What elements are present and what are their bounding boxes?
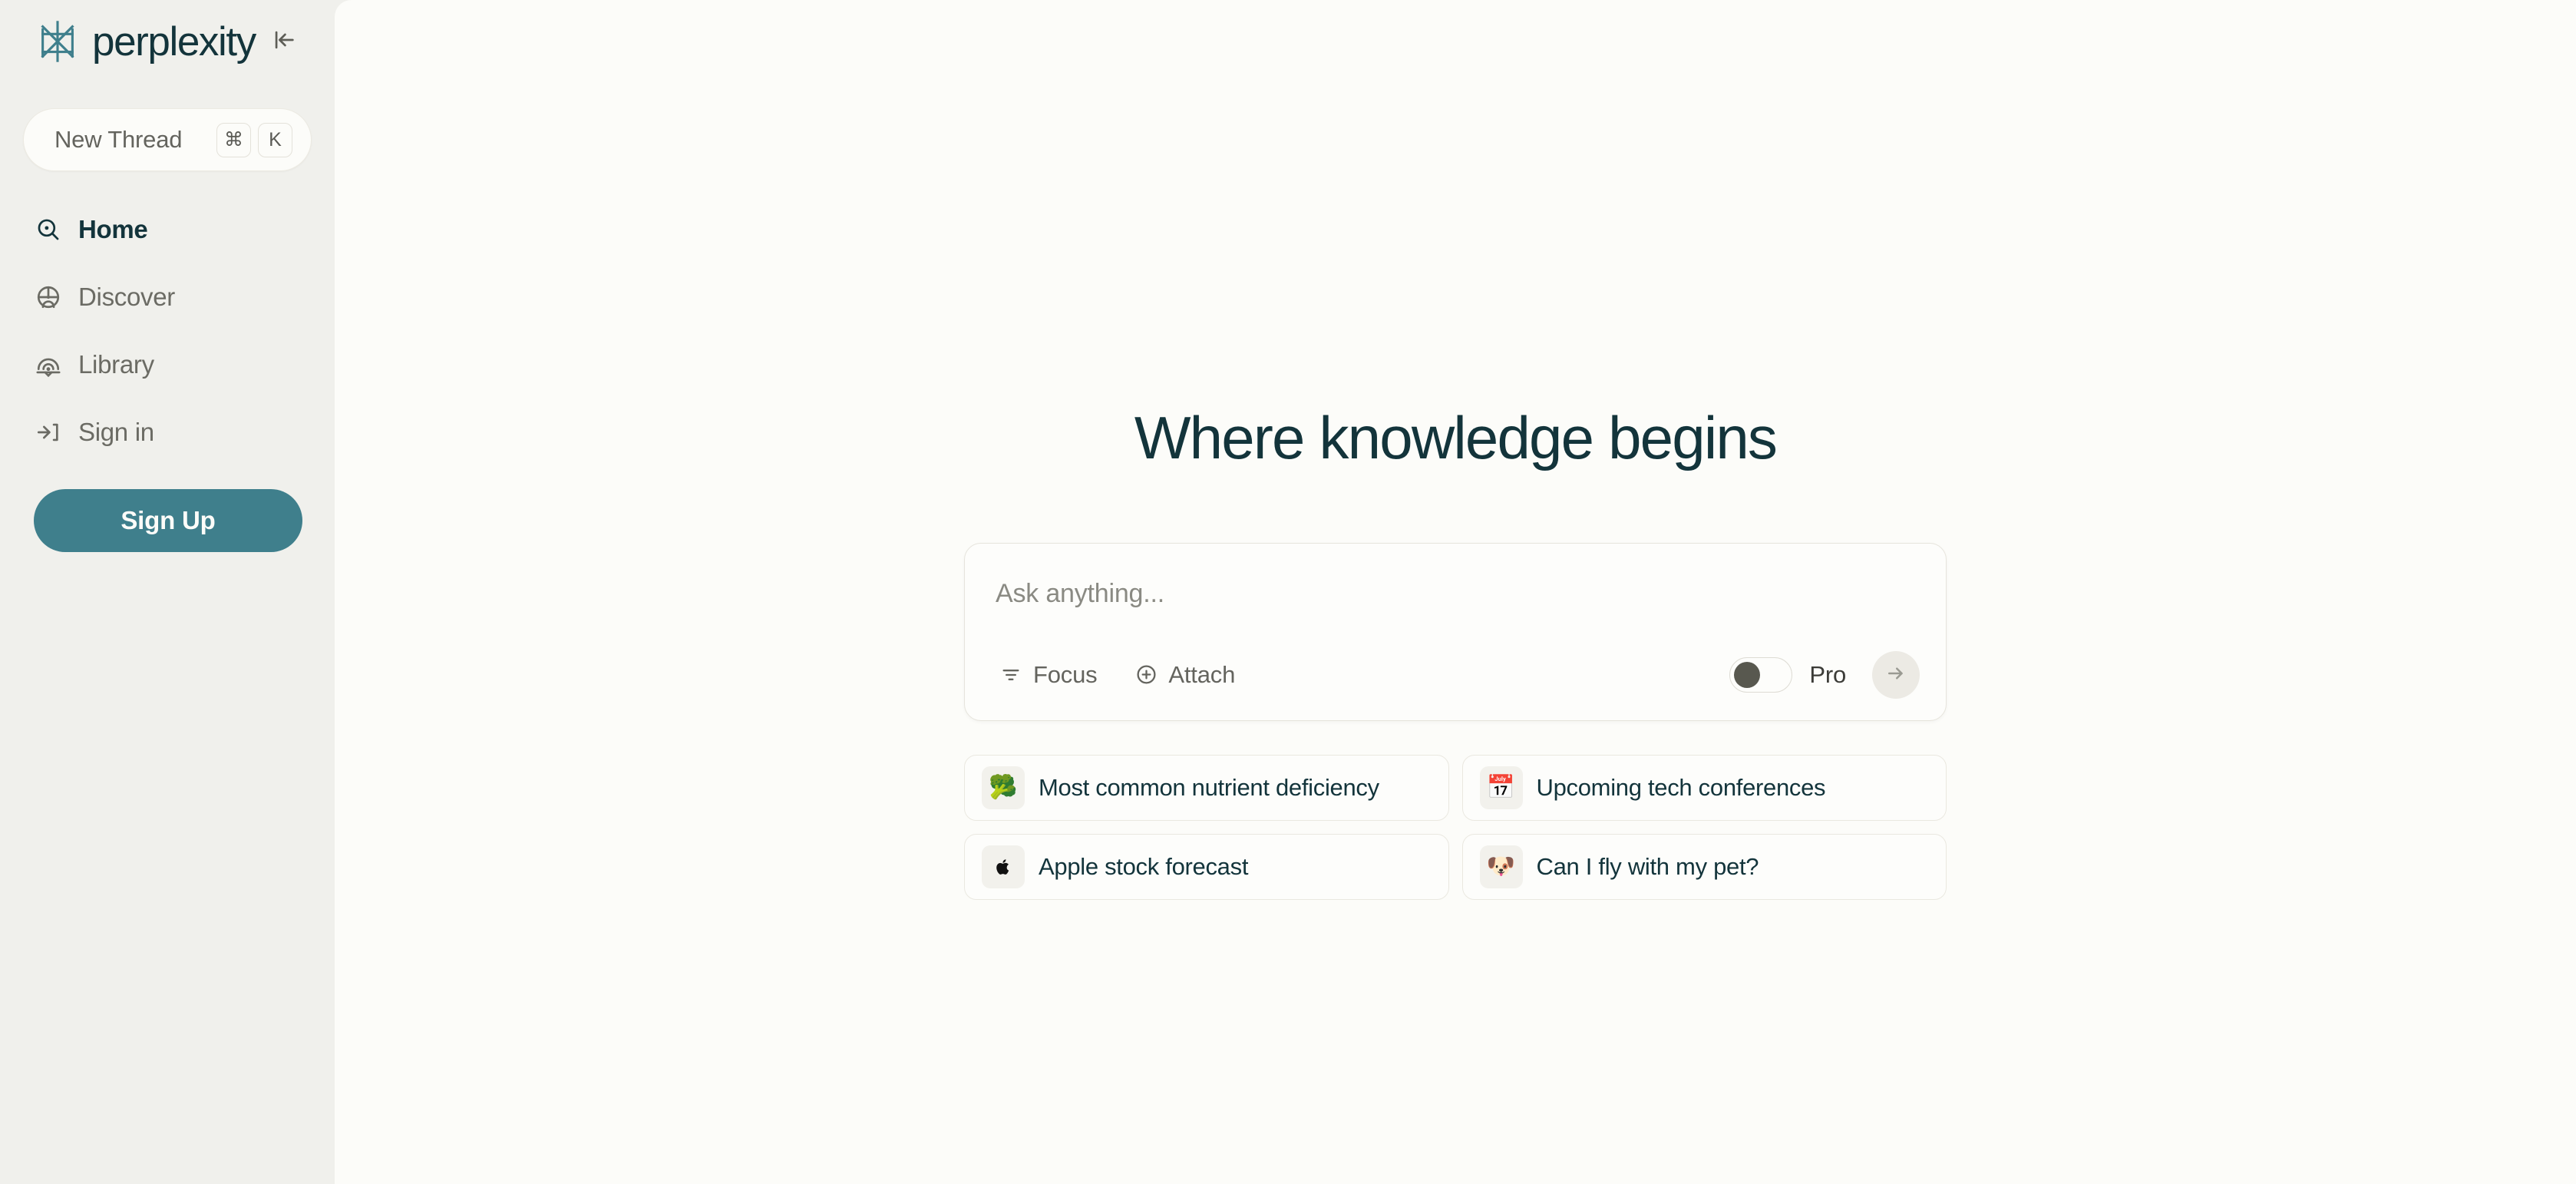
new-thread-shortcut: ⌘ K	[216, 122, 292, 157]
ask-input-placeholder: Ask anything...	[996, 578, 1165, 608]
sidebar-item-discover[interactable]: Discover	[23, 263, 312, 331]
suggestion-label: Apple stock forecast	[1039, 852, 1249, 880]
ask-toolbar-right: Pro	[1729, 650, 1920, 699]
ask-input-area[interactable]: Ask anything...	[965, 544, 1946, 630]
sign-up-button[interactable]: Sign Up	[34, 489, 302, 552]
sidebar-item-label: Library	[78, 350, 154, 379]
perplexity-logo-mark-icon	[34, 18, 81, 65]
attach-label: Attach	[1168, 660, 1236, 688]
submit-button[interactable]	[1872, 650, 1920, 699]
pro-label: Pro	[1809, 660, 1846, 688]
plus-circle-icon	[1134, 663, 1158, 687]
suggestion-label: Most common nutrient deficiency	[1039, 773, 1379, 801]
new-thread-label: New Thread	[54, 126, 183, 153]
sidebar-item-label: Discover	[78, 283, 175, 311]
main-content: Where knowledge begins Ask anything... F…	[335, 0, 2576, 1184]
ask-toolbar-left: Focus Attach	[996, 656, 1238, 693]
apple-logo-icon	[982, 845, 1025, 888]
arrow-right-icon	[1884, 662, 1907, 687]
suggestion-label: Can I fly with my pet?	[1536, 852, 1759, 880]
sign-up-label: Sign Up	[121, 506, 216, 534]
calendar-emoji: 📅	[1479, 766, 1523, 809]
focus-filter-icon	[999, 663, 1023, 687]
suggestion-card-fly-with-pet[interactable]: 🐶 Can I fly with my pet?	[1461, 833, 1947, 900]
new-thread-button[interactable]: New Thread ⌘ K	[23, 108, 312, 171]
hero-section: Where knowledge begins	[964, 405, 1947, 471]
suggestion-cards: 🥦 Most common nutrient deficiency 📅 Upco…	[964, 754, 1947, 900]
page-title: Where knowledge begins	[1134, 404, 1778, 471]
sidebar-header: perplexity	[23, 0, 312, 83]
brand-name: perplexity	[92, 18, 256, 64]
attach-button[interactable]: Attach	[1131, 656, 1238, 693]
broccoli-emoji: 🥦	[982, 766, 1025, 809]
sidebar-item-home[interactable]: Home	[23, 196, 312, 263]
brand-logo[interactable]: perplexity	[34, 18, 256, 65]
search-home-icon	[34, 215, 63, 244]
suggestion-card-apple-stock[interactable]: Apple stock forecast	[964, 833, 1449, 900]
dog-face-emoji: 🐶	[1479, 845, 1523, 888]
suggestion-card-nutrient-deficiency[interactable]: 🥦 Most common nutrient deficiency	[964, 754, 1449, 821]
focus-label: Focus	[1033, 660, 1098, 688]
collapse-sidebar-icon	[271, 27, 297, 57]
sidebar-nav: Home Discover Library Sign in	[23, 196, 312, 466]
pro-toggle[interactable]	[1729, 656, 1793, 693]
suggestion-card-tech-conferences[interactable]: 📅 Upcoming tech conferences	[1461, 754, 1947, 821]
collapse-sidebar-button[interactable]	[263, 20, 305, 63]
sidebar: perplexity New Thread ⌘ K Home Discover …	[0, 0, 335, 1184]
globe-icon	[34, 283, 63, 312]
sidebar-item-sign-in[interactable]: Sign in	[23, 399, 312, 466]
ask-box[interactable]: Ask anything... Focus Attach Pro	[964, 542, 1947, 721]
pro-toggle-knob	[1734, 661, 1761, 688]
sign-in-arrow-icon	[34, 418, 63, 447]
sidebar-item-label: Sign in	[78, 418, 154, 446]
sidebar-item-label: Home	[78, 215, 148, 243]
kbd-command: ⌘	[216, 122, 251, 157]
focus-button[interactable]: Focus	[996, 656, 1100, 693]
ask-toolbar: Focus Attach Pro	[965, 630, 1946, 720]
kbd-k: K	[258, 122, 292, 157]
library-arch-icon	[34, 350, 63, 379]
sidebar-item-library[interactable]: Library	[23, 331, 312, 399]
suggestion-label: Upcoming tech conferences	[1536, 773, 1826, 801]
